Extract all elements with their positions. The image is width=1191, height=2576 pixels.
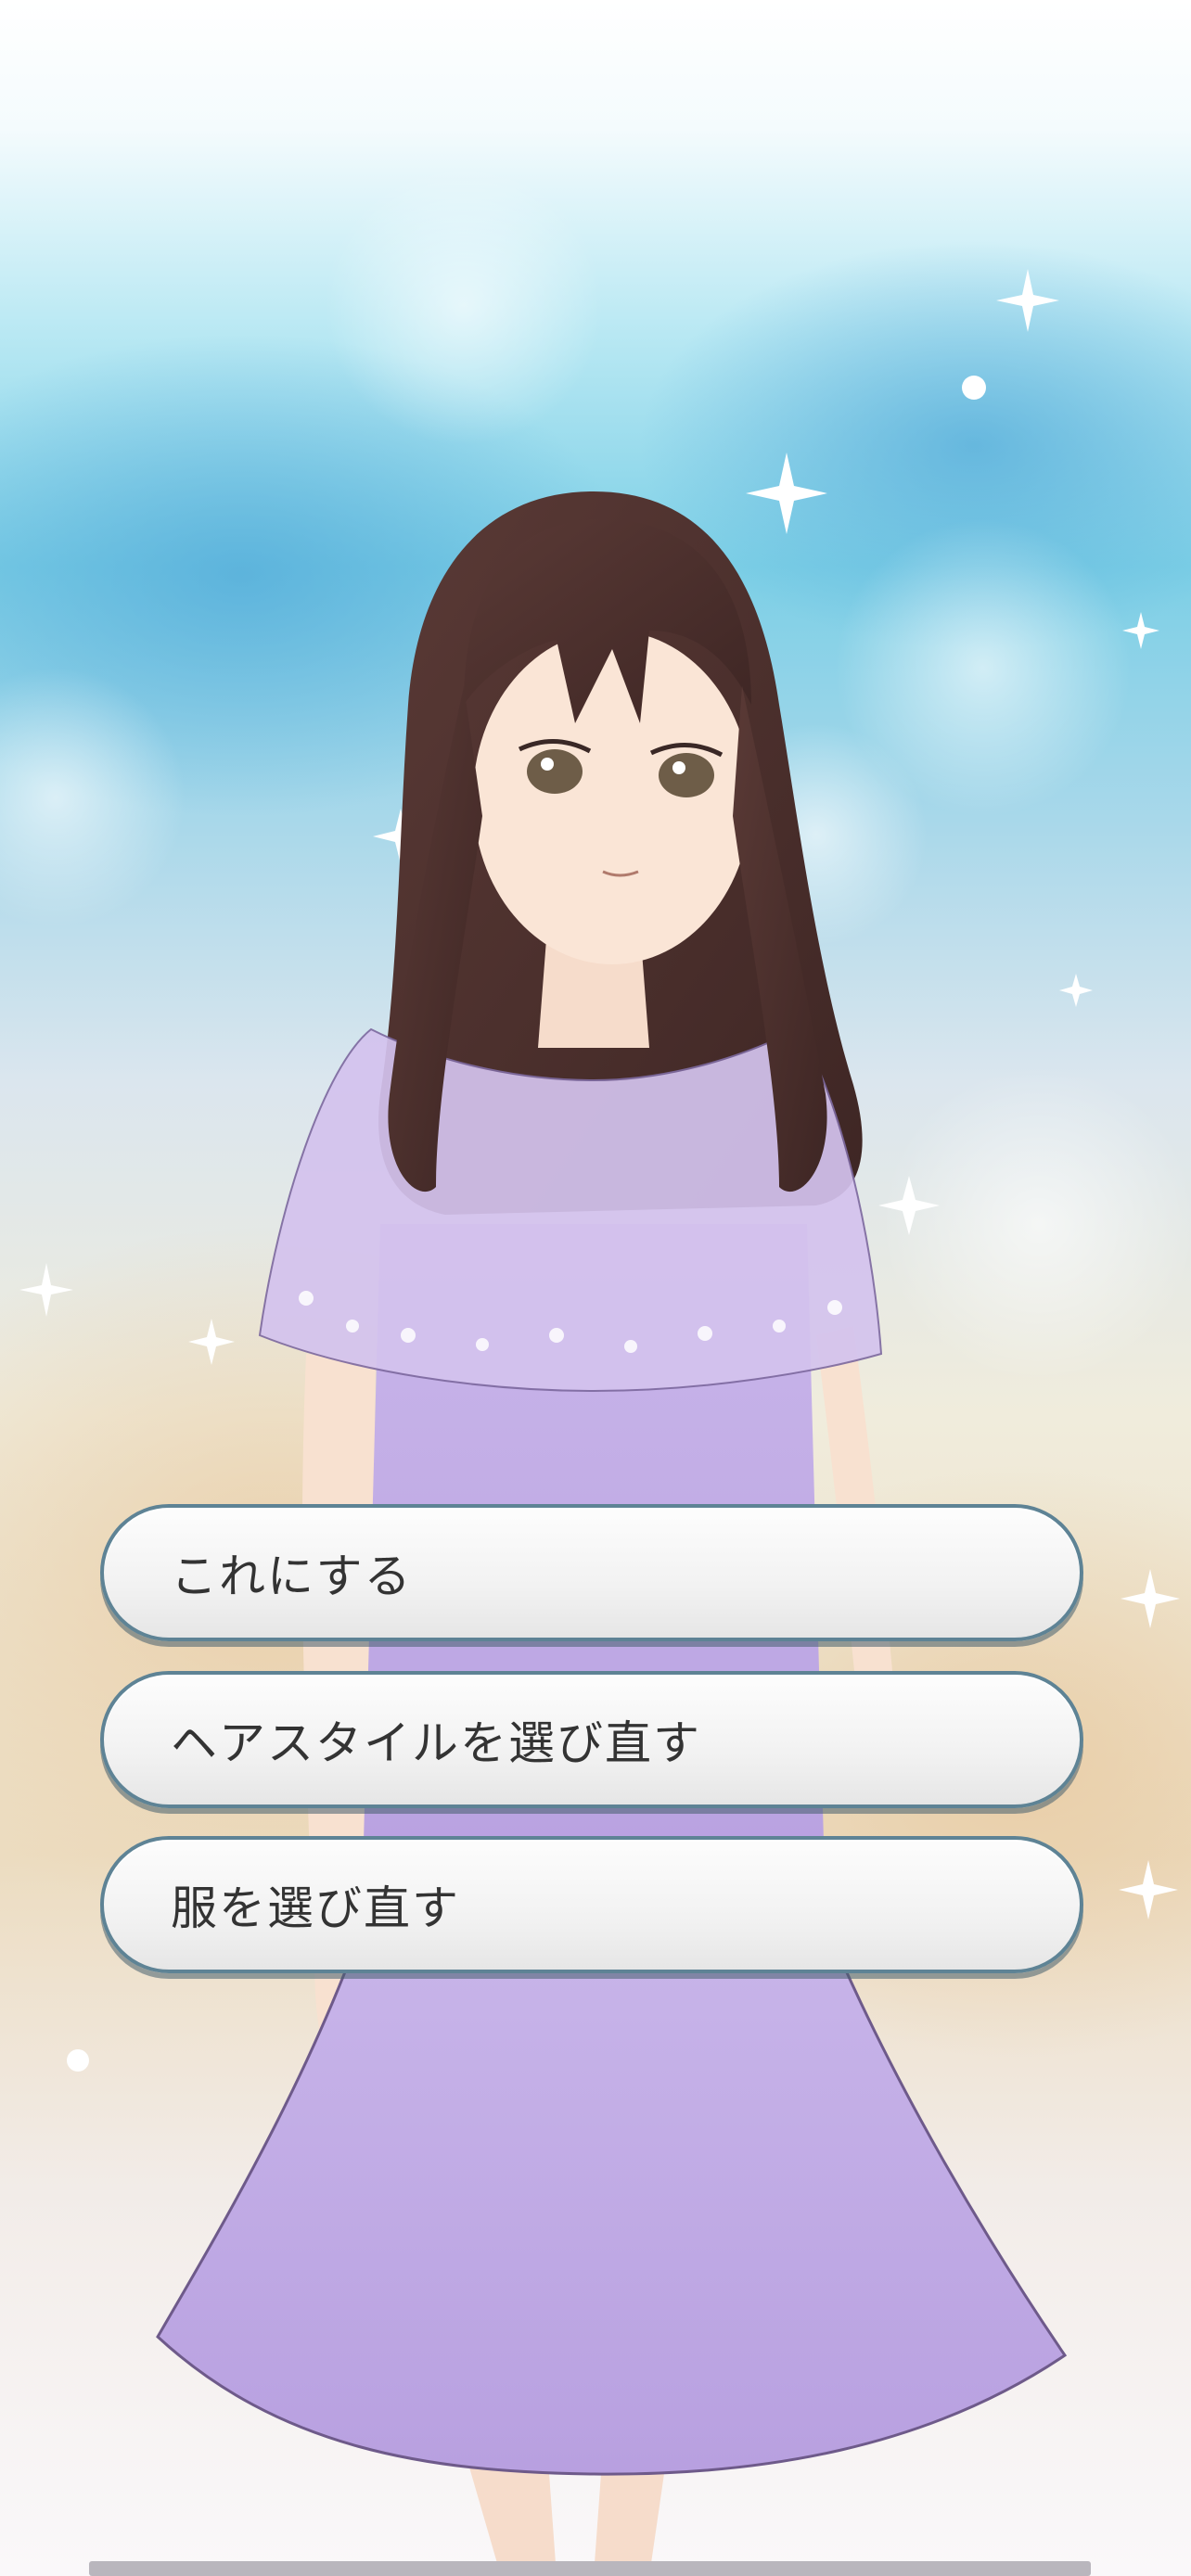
game-scene bbox=[0, 0, 1191, 2576]
choice-label: ヘアスタイルを選び直す bbox=[171, 1716, 701, 1770]
home-indicator[interactable] bbox=[89, 2561, 1091, 2576]
choice-label: これにする bbox=[171, 1549, 413, 1603]
choice-label: 服を選び直す bbox=[171, 1881, 460, 1935]
choice-rechoose-hairstyle-button[interactable]: ヘアスタイルを選び直す bbox=[100, 1671, 1083, 1808]
choice-rechoose-clothes-button[interactable]: 服を選び直す bbox=[100, 1836, 1083, 1973]
choice-decide-button[interactable]: これにする bbox=[100, 1504, 1083, 1641]
